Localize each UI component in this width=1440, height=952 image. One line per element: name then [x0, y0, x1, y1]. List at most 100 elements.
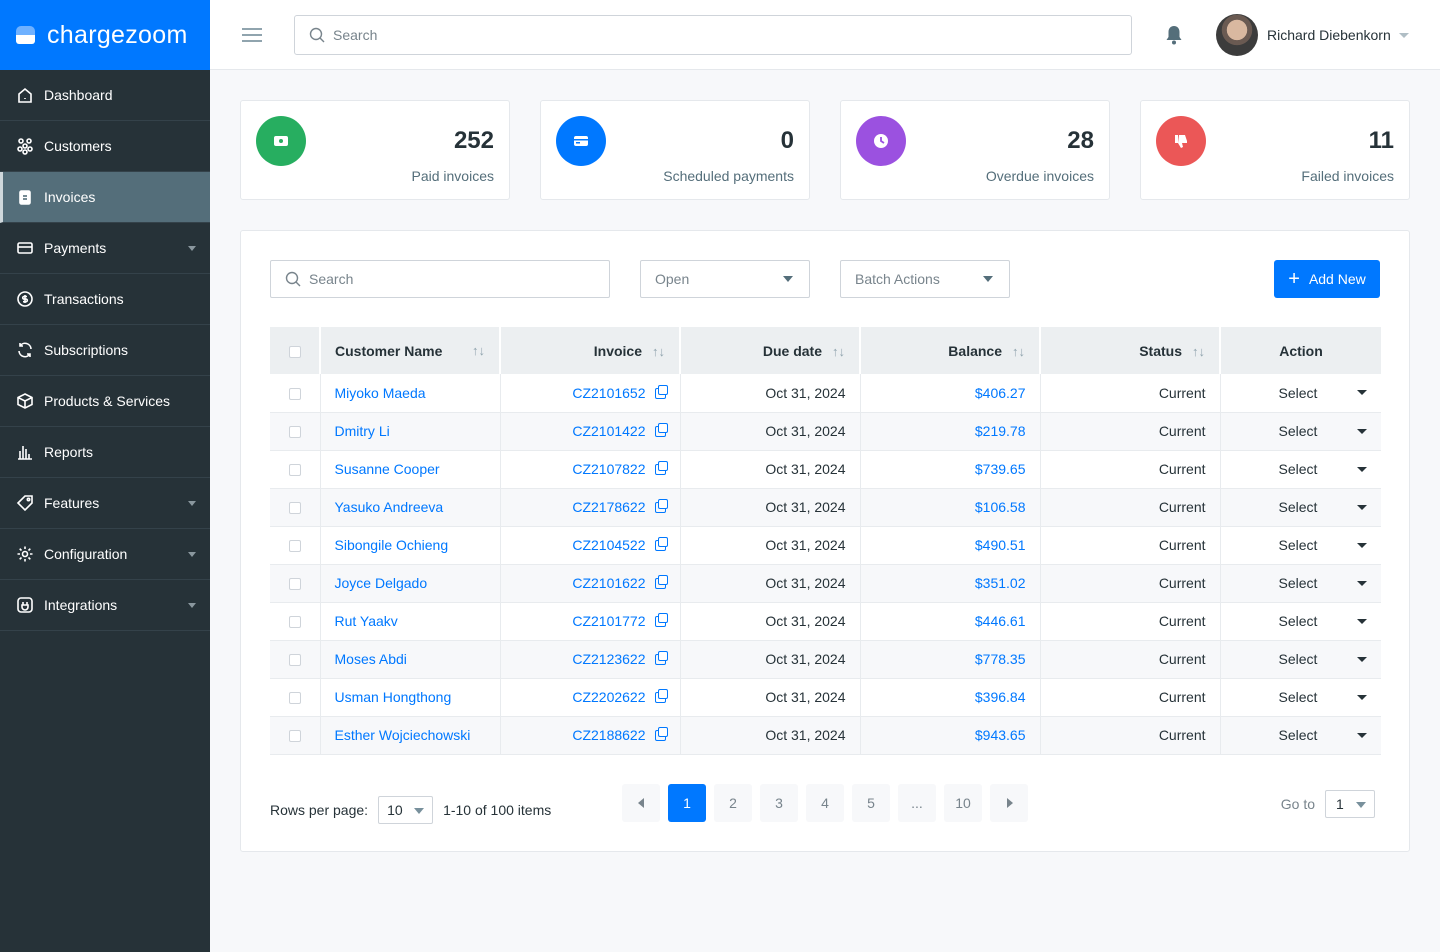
stat-card-overdue-invoices[interactable]: 28 Overdue invoices [840, 100, 1110, 200]
logo[interactable]: chargezoom [0, 0, 210, 70]
page-button[interactable]: 2 [714, 784, 752, 822]
row-checkbox[interactable] [270, 526, 321, 565]
row-checkbox[interactable] [270, 374, 321, 413]
invoice-link[interactable]: CZ2101422 [572, 423, 645, 439]
page-button[interactable]: ... [898, 784, 936, 822]
copy-icon[interactable] [654, 499, 668, 513]
row-checkbox[interactable] [270, 602, 321, 641]
customer-name-link[interactable]: Rut Yaakv [335, 613, 398, 629]
row-checkbox[interactable] [270, 450, 321, 489]
action-select[interactable]: Select [1220, 564, 1381, 603]
balance-link[interactable]: $739.65 [975, 461, 1026, 477]
action-select[interactable]: Select [1220, 716, 1381, 755]
col-balance[interactable]: Balance ↑↓ [860, 327, 1041, 374]
prev-page-button[interactable] [622, 784, 660, 822]
balance-link[interactable]: $446.61 [975, 613, 1026, 629]
copy-icon[interactable] [654, 461, 668, 475]
batch-actions-select[interactable]: Batch Actions [840, 260, 1010, 298]
invoice-link[interactable]: CZ2101622 [572, 575, 645, 591]
invoice-link[interactable]: CZ2104522 [572, 537, 645, 553]
col-status[interactable]: Status ↑↓ [1040, 327, 1221, 374]
customer-name-link[interactable]: Esther Wojciechowski [335, 727, 471, 743]
action-select[interactable]: Select [1220, 526, 1381, 565]
customer-name-link[interactable]: Moses Abdi [335, 651, 407, 667]
sidebar-item-reports[interactable]: Reports [0, 427, 210, 478]
invoice-link[interactable]: CZ2101652 [572, 385, 645, 401]
invoice-link[interactable]: CZ2107822 [572, 461, 645, 477]
action-select[interactable]: Select [1220, 450, 1381, 489]
col-customer-name[interactable]: Customer Name ↑↓ [320, 327, 501, 374]
sort-icon[interactable]: ↑↓ [472, 343, 485, 358]
stat-card-paid-invoices[interactable]: 252 Paid invoices [240, 100, 510, 200]
page-button[interactable]: 10 [944, 784, 982, 822]
sidebar-item-products-services[interactable]: Products & Services [0, 376, 210, 427]
invoice-link[interactable]: CZ2188622 [572, 727, 645, 743]
col-invoice[interactable]: Invoice ↑↓ [500, 327, 681, 374]
user-name[interactable]: Richard Diebenkorn [1267, 27, 1391, 43]
invoice-link[interactable]: CZ2123622 [572, 651, 645, 667]
page-button[interactable]: 5 [852, 784, 890, 822]
customer-name-link[interactable]: Miyoko Maeda [335, 385, 426, 401]
sort-icon[interactable]: ↑↓ [1192, 344, 1205, 359]
copy-icon[interactable] [654, 575, 668, 589]
balance-link[interactable]: $396.84 [975, 689, 1026, 705]
customer-name-link[interactable]: Yasuko Andreeva [335, 499, 444, 515]
sidebar-item-configuration[interactable]: Configuration [0, 529, 210, 580]
menu-toggle-icon[interactable] [242, 28, 262, 46]
sidebar-item-payments[interactable]: Payments [0, 223, 210, 274]
global-search-input[interactable]: Search [294, 15, 1132, 55]
page-button[interactable]: 3 [760, 784, 798, 822]
copy-icon[interactable] [654, 651, 668, 665]
row-checkbox[interactable] [270, 716, 321, 755]
sidebar-item-dashboard[interactable]: Dashboard [0, 70, 210, 121]
balance-link[interactable]: $943.65 [975, 727, 1026, 743]
invoice-link[interactable]: CZ2202622 [572, 689, 645, 705]
sidebar-item-transactions[interactable]: Transactions [0, 274, 210, 325]
sidebar-item-subscriptions[interactable]: Subscriptions [0, 325, 210, 376]
balance-link[interactable]: $406.27 [975, 385, 1026, 401]
row-checkbox[interactable] [270, 640, 321, 679]
avatar[interactable] [1216, 14, 1258, 56]
invoice-link[interactable]: CZ2178622 [572, 499, 645, 515]
chevron-down-icon[interactable] [1399, 33, 1409, 43]
status-filter-select[interactable]: Open [640, 260, 810, 298]
sidebar-item-invoices[interactable]: Invoices [0, 172, 210, 223]
goto-select[interactable]: 1 [1325, 790, 1375, 818]
copy-icon[interactable] [654, 689, 668, 703]
row-checkbox[interactable] [270, 412, 321, 451]
copy-icon[interactable] [654, 613, 668, 627]
table-search-input[interactable]: Search [270, 260, 610, 298]
action-select[interactable]: Select [1220, 412, 1381, 451]
customer-name-link[interactable]: Dmitry Li [335, 423, 390, 439]
bell-icon[interactable] [1165, 24, 1183, 46]
balance-link[interactable]: $106.58 [975, 499, 1026, 515]
select-all-checkbox[interactable] [270, 327, 321, 374]
sidebar-item-integrations[interactable]: Integrations [0, 580, 210, 631]
rows-per-page-select[interactable]: 10 [378, 796, 434, 824]
action-select[interactable]: Select [1220, 374, 1381, 413]
sidebar-item-features[interactable]: Features [0, 478, 210, 529]
next-page-button[interactable] [990, 784, 1028, 822]
sort-icon[interactable]: ↑↓ [652, 344, 665, 359]
balance-link[interactable]: $219.78 [975, 423, 1026, 439]
page-button[interactable]: 4 [806, 784, 844, 822]
action-select[interactable]: Select [1220, 640, 1381, 679]
customer-name-link[interactable]: Usman Hongthong [335, 689, 452, 705]
action-select[interactable]: Select [1220, 678, 1381, 717]
row-checkbox[interactable] [270, 678, 321, 717]
stat-card-failed-invoices[interactable]: 11 Failed invoices [1140, 100, 1410, 200]
sort-icon[interactable]: ↑↓ [832, 344, 845, 359]
row-checkbox[interactable] [270, 564, 321, 603]
row-checkbox[interactable] [270, 488, 321, 527]
copy-icon[interactable] [654, 727, 668, 741]
sort-icon[interactable]: ↑↓ [1012, 344, 1025, 359]
customer-name-link[interactable]: Joyce Delgado [335, 575, 428, 591]
col-due-date[interactable]: Due date ↑↓ [680, 327, 861, 374]
invoice-link[interactable]: CZ2101772 [572, 613, 645, 629]
action-select[interactable]: Select [1220, 488, 1381, 527]
customer-name-link[interactable]: Sibongile Ochieng [335, 537, 449, 553]
customer-name-link[interactable]: Susanne Cooper [335, 461, 440, 477]
copy-icon[interactable] [654, 537, 668, 551]
page-button[interactable]: 1 [668, 784, 706, 822]
balance-link[interactable]: $490.51 [975, 537, 1026, 553]
